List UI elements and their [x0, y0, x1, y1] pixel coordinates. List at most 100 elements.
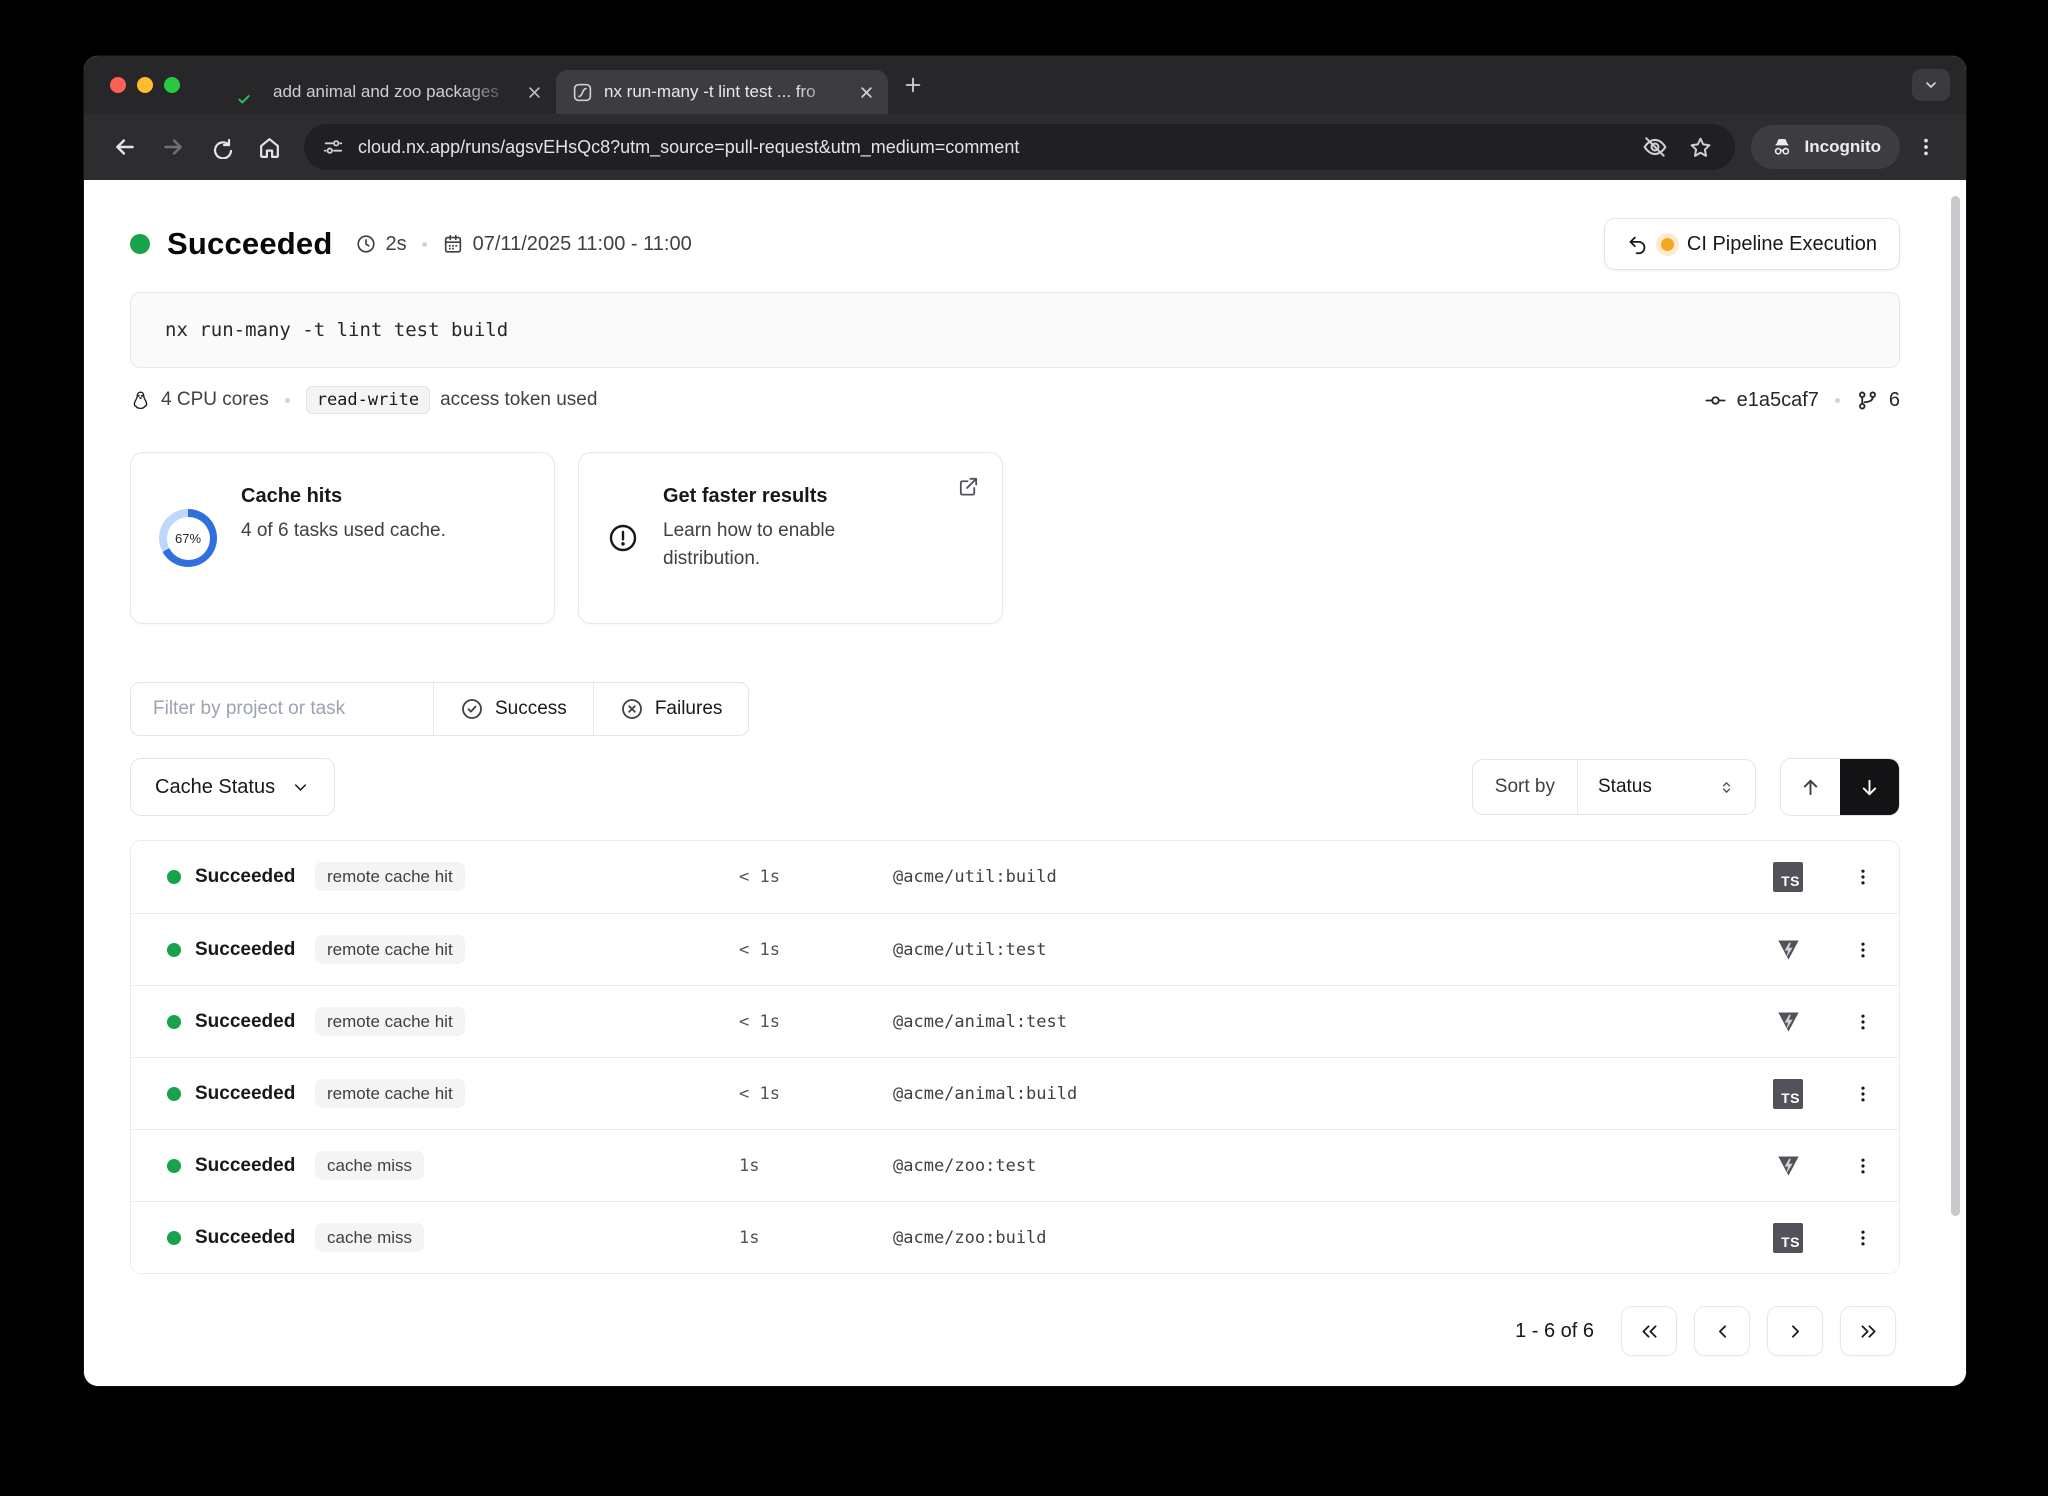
tab-title: nx run-many -t lint test ... fro — [604, 82, 848, 102]
row-status-label: Succeeded — [195, 1155, 315, 1177]
task-row[interactable]: Succeeded remote cache hit < 1s @acme/ut… — [131, 841, 1899, 913]
tab-nx-run[interactable]: nx run-many -t lint test ... fro — [556, 70, 888, 114]
task-name[interactable]: @acme/zoo:build — [893, 1228, 1753, 1248]
x-circle-icon — [620, 697, 644, 721]
task-row[interactable]: Succeeded cache miss 1s @acme/zoo:test — [131, 1129, 1899, 1201]
incognito-icon — [1770, 135, 1794, 159]
cache-hits-card: 67% Cache hits 4 of 6 tasks used cache. — [130, 452, 555, 624]
task-row[interactable]: Succeeded remote cache hit < 1s @acme/ut… — [131, 913, 1899, 985]
cache-status-badge: remote cache hit — [315, 935, 465, 964]
url-text: cloud.nx.app/runs/agsvEHsQc8?utm_source=… — [358, 137, 1628, 158]
tab-pull-request[interactable]: add animal and zoo packages — [224, 70, 556, 114]
incognito-badge: Incognito — [1751, 125, 1900, 169]
chevron-up-down-icon — [1718, 779, 1735, 796]
cache-status-badge: remote cache hit — [315, 1007, 465, 1036]
row-menu-kebab-icon[interactable] — [1853, 1228, 1879, 1248]
row-menu-kebab-icon[interactable] — [1853, 1084, 1879, 1104]
access-token-scope: read-write — [306, 386, 430, 414]
pagination: 1 - 6 of 6 — [130, 1306, 1900, 1356]
task-duration: < 1s — [739, 1012, 893, 1032]
forward-button[interactable] — [152, 126, 194, 168]
browser-window: add animal and zoo packages nx run-many … — [84, 56, 1966, 1386]
distribution-card[interactable]: Get faster results Learn how to enable d… — [578, 452, 1003, 624]
row-status-label: Succeeded — [195, 1011, 315, 1033]
sort-descending-button[interactable] — [1840, 759, 1899, 815]
tab-search-chevron-button[interactable] — [1912, 69, 1950, 101]
maximize-window-button[interactable] — [164, 77, 180, 93]
close-tab-icon[interactable] — [527, 85, 542, 100]
close-window-button[interactable] — [110, 77, 126, 93]
separator-dot — [422, 242, 427, 247]
cache-status-label: Cache Status — [155, 776, 275, 799]
task-name[interactable]: @acme/animal:build — [893, 1084, 1753, 1104]
row-menu-kebab-icon[interactable] — [1853, 1012, 1879, 1032]
task-row[interactable]: Succeeded remote cache hit < 1s @acme/an… — [131, 1057, 1899, 1129]
distribution-title: Get faster results — [663, 485, 893, 508]
address-bar[interactable]: cloud.nx.app/runs/agsvEHsQc8?utm_source=… — [304, 124, 1735, 170]
first-page-button[interactable] — [1621, 1306, 1677, 1356]
row-status-label: Succeeded — [195, 1083, 315, 1105]
password-eye-off-icon[interactable] — [1642, 134, 1668, 160]
cache-status-badge: cache miss — [315, 1223, 424, 1252]
row-menu-kebab-icon[interactable] — [1853, 867, 1879, 887]
ci-pipeline-execution-button[interactable]: CI Pipeline Execution — [1604, 218, 1900, 270]
cache-status-dropdown[interactable]: Cache Status — [130, 758, 335, 816]
reload-button[interactable] — [200, 126, 242, 168]
status-dot — [130, 234, 150, 254]
bookmark-star-icon[interactable] — [1688, 135, 1713, 160]
alert-circle-icon — [607, 522, 639, 554]
run-command: nx run-many -t lint test build — [165, 319, 508, 341]
vitest-icon — [1775, 936, 1802, 963]
next-page-button[interactable] — [1767, 1306, 1823, 1356]
filter-success-button[interactable]: Success — [433, 683, 593, 735]
run-date-range: 07/11/2025 11:00 - 11:00 — [473, 233, 692, 256]
filter-input[interactable] — [131, 683, 433, 735]
task-duration: 1s — [739, 1228, 893, 1248]
cache-hits-title: Cache hits — [241, 485, 446, 508]
task-row[interactable]: Succeeded cache miss 1s @acme/zoo:build … — [131, 1201, 1899, 1273]
new-tab-button[interactable] — [902, 74, 924, 96]
minimize-window-button[interactable] — [137, 77, 153, 93]
git-branch-icon — [1856, 389, 1879, 412]
row-status-label: Succeeded — [195, 939, 315, 961]
close-tab-icon[interactable] — [859, 85, 874, 100]
cache-status-badge: cache miss — [315, 1151, 424, 1180]
affected-count[interactable]: 6 — [1889, 389, 1900, 412]
github-check-icon — [240, 81, 262, 103]
task-name[interactable]: @acme/util:test — [893, 940, 1753, 960]
task-row[interactable]: Succeeded remote cache hit < 1s @acme/an… — [131, 985, 1899, 1057]
summary-cards: 67% Cache hits 4 of 6 tasks used cache. … — [130, 452, 1900, 624]
site-settings-icon[interactable] — [322, 136, 344, 158]
home-button[interactable] — [248, 126, 290, 168]
separator-dot — [1835, 398, 1840, 403]
task-status-dot — [167, 1159, 181, 1173]
filter-failures-button[interactable]: Failures — [593, 683, 749, 735]
task-status-dot — [167, 1087, 181, 1101]
sort-by-select[interactable]: Status — [1577, 760, 1755, 814]
browser-menu-icon[interactable] — [1906, 127, 1946, 167]
back-button[interactable] — [104, 126, 146, 168]
previous-page-button[interactable] — [1694, 1306, 1750, 1356]
task-duration: < 1s — [739, 1084, 893, 1104]
cache-hits-percent: 67% — [175, 531, 201, 546]
typescript-icon: TS — [1773, 1223, 1803, 1253]
row-menu-kebab-icon[interactable] — [1853, 1156, 1879, 1176]
page-scrollbar[interactable] — [1951, 196, 1960, 1216]
calendar-icon — [442, 233, 464, 255]
external-link-icon[interactable] — [957, 475, 980, 498]
task-name[interactable]: @acme/animal:test — [893, 1012, 1753, 1032]
task-name[interactable]: @acme/util:build — [893, 867, 1753, 887]
pipeline-label: CI Pipeline Execution — [1687, 233, 1877, 256]
last-page-button[interactable] — [1840, 1306, 1896, 1356]
sort-ascending-button[interactable] — [1781, 759, 1840, 815]
task-status-dot — [167, 1231, 181, 1245]
task-status-dot — [167, 943, 181, 957]
linux-penguin-icon — [130, 390, 151, 411]
sort-by-group: Sort by Status — [1472, 759, 1756, 815]
separator-dot — [285, 398, 290, 403]
task-filter-group: Success Failures — [130, 682, 749, 736]
row-menu-kebab-icon[interactable] — [1853, 940, 1879, 960]
commit-hash[interactable]: e1a5caf7 — [1737, 389, 1819, 412]
task-name[interactable]: @acme/zoo:test — [893, 1156, 1753, 1176]
chevron-down-icon — [291, 778, 310, 797]
